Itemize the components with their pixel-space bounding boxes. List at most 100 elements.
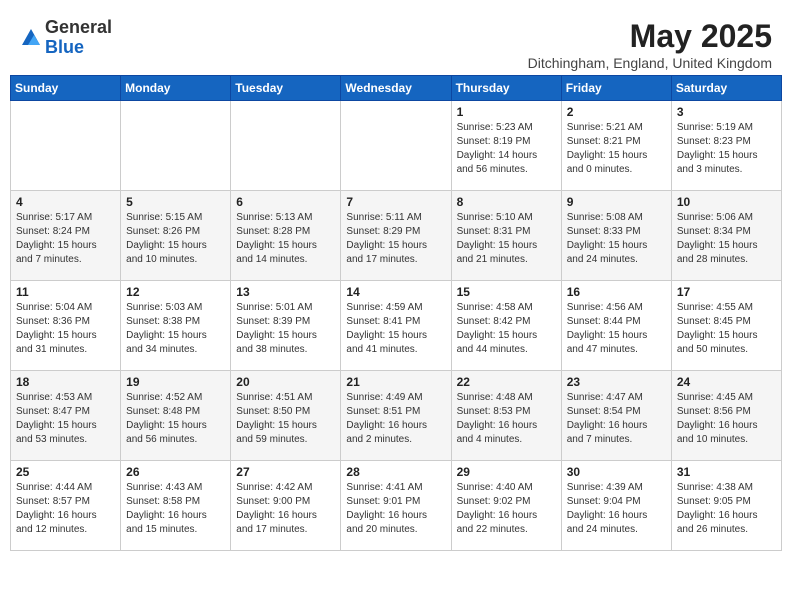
calendar-cell: 28 Sunrise: 4:41 AM Sunset: 9:01 PM Dayli… — [341, 461, 451, 551]
weekday-header: Tuesday — [231, 76, 341, 101]
day-info: Sunrise: 4:47 AM Sunset: 8:54 PM Dayligh… — [567, 391, 666, 447]
calendar-cell: 21 Sunrise: 4:49 AM Sunset: 8:51 PM Dayli… — [341, 371, 451, 461]
calendar-cell: 12Sunrise: 5:03 AM Sunset: 8:38 PM Dayli… — [121, 281, 231, 371]
calendar-cell: 19 Sunrise: 4:52 AM Sunset: 8:48 PM Dayli… — [121, 371, 231, 461]
calendar-cell: 3 Sunrise: 5:19 AM Sunset: 8:23 PM Daylig… — [671, 101, 781, 191]
day-number: 18 — [16, 375, 115, 389]
day-number: 13 — [236, 285, 335, 299]
day-number: 21 — [346, 375, 445, 389]
day-number: 7 — [346, 195, 445, 209]
calendar-cell: 4 Sunrise: 5:17 AM Sunset: 8:24 PM Daylig… — [11, 191, 121, 281]
day-number: 26 — [126, 465, 225, 479]
day-number: 22 — [457, 375, 556, 389]
calendar-cell: 10 Sunrise: 5:06 AM Sunset: 8:34 PM Dayli… — [671, 191, 781, 281]
day-info: Sunrise: 5:11 AM Sunset: 8:29 PM Dayligh… — [346, 211, 445, 267]
weekday-header: Saturday — [671, 76, 781, 101]
calendar-cell: 30 Sunrise: 4:39 AM Sunset: 9:04 PM Dayli… — [561, 461, 671, 551]
weekday-header: Thursday — [451, 76, 561, 101]
calendar-cell: 13 Sunrise: 5:01 AM Sunset: 8:39 PM Dayli… — [231, 281, 341, 371]
day-info: Sunrise: 5:19 AM Sunset: 8:23 PM Dayligh… — [677, 121, 776, 177]
day-number: 30 — [567, 465, 666, 479]
calendar-cell: 27 Sunrise: 4:42 AM Sunset: 9:00 PM Dayli… — [231, 461, 341, 551]
day-info: Sunrise: 4:52 AM Sunset: 8:48 PM Dayligh… — [126, 391, 225, 447]
weekday-header: Friday — [561, 76, 671, 101]
calendar-cell: 2Sunrise: 5:21 AM Sunset: 8:21 PM Daylig… — [561, 101, 671, 191]
day-number: 11 — [16, 285, 115, 299]
day-info: Sunrise: 4:56 AM Sunset: 8:44 PM Dayligh… — [567, 301, 666, 357]
calendar-cell: 1 Sunrise: 5:23 AM Sunset: 8:19 PM Daylig… — [451, 101, 561, 191]
calendar-cell: 18 Sunrise: 4:53 AM Sunset: 8:47 PM Dayli… — [11, 371, 121, 461]
day-info: Sunrise: 4:41 AM Sunset: 9:01 PM Dayligh… — [346, 481, 445, 537]
calendar-cell: 11Sunrise: 5:04 AM Sunset: 8:36 PM Dayli… — [11, 281, 121, 371]
day-number: 14 — [346, 285, 445, 299]
day-number: 3 — [677, 105, 776, 119]
logo: General Blue — [20, 18, 112, 58]
day-info: Sunrise: 5:03 AM Sunset: 8:38 PM Dayligh… — [126, 301, 225, 357]
day-info: Sunrise: 5:15 AM Sunset: 8:26 PM Dayligh… — [126, 211, 225, 267]
calendar-cell: 29Sunrise: 4:40 AM Sunset: 9:02 PM Dayli… — [451, 461, 561, 551]
day-info: Sunrise: 4:55 AM Sunset: 8:45 PM Dayligh… — [677, 301, 776, 357]
day-info: Sunrise: 4:59 AM Sunset: 8:41 PM Dayligh… — [346, 301, 445, 357]
day-info: Sunrise: 4:42 AM Sunset: 9:00 PM Dayligh… — [236, 481, 335, 537]
day-info: Sunrise: 4:51 AM Sunset: 8:50 PM Dayligh… — [236, 391, 335, 447]
calendar-cell — [11, 101, 121, 191]
calendar-table: SundayMondayTuesdayWednesdayThursdayFrid… — [10, 75, 782, 551]
day-info: Sunrise: 4:49 AM Sunset: 8:51 PM Dayligh… — [346, 391, 445, 447]
calendar-week-row: 25Sunrise: 4:44 AM Sunset: 8:57 PM Dayli… — [11, 461, 782, 551]
day-number: 29 — [457, 465, 556, 479]
calendar-cell: 25Sunrise: 4:44 AM Sunset: 8:57 PM Dayli… — [11, 461, 121, 551]
day-info: Sunrise: 5:23 AM Sunset: 8:19 PM Dayligh… — [457, 121, 556, 177]
day-number: 10 — [677, 195, 776, 209]
calendar-cell: 6Sunrise: 5:13 AM Sunset: 8:28 PM Daylig… — [231, 191, 341, 281]
month-title: May 2025 — [528, 18, 772, 55]
day-number: 24 — [677, 375, 776, 389]
day-info: Sunrise: 5:17 AM Sunset: 8:24 PM Dayligh… — [16, 211, 115, 267]
day-number: 5 — [126, 195, 225, 209]
weekday-header: Monday — [121, 76, 231, 101]
day-number: 4 — [16, 195, 115, 209]
day-info: Sunrise: 4:58 AM Sunset: 8:42 PM Dayligh… — [457, 301, 556, 357]
day-info: Sunrise: 4:45 AM Sunset: 8:56 PM Dayligh… — [677, 391, 776, 447]
calendar-cell: 17 Sunrise: 4:55 AM Sunset: 8:45 PM Dayli… — [671, 281, 781, 371]
day-number: 9 — [567, 195, 666, 209]
day-info: Sunrise: 5:06 AM Sunset: 8:34 PM Dayligh… — [677, 211, 776, 267]
header-row: SundayMondayTuesdayWednesdayThursdayFrid… — [11, 76, 782, 101]
calendar-week-row: 1 Sunrise: 5:23 AM Sunset: 8:19 PM Daylig… — [11, 101, 782, 191]
day-number: 1 — [457, 105, 556, 119]
calendar-cell: 16Sunrise: 4:56 AM Sunset: 8:44 PM Dayli… — [561, 281, 671, 371]
calendar-cell: 7 Sunrise: 5:11 AM Sunset: 8:29 PM Daylig… — [341, 191, 451, 281]
page-header: General Blue May 2025 Ditchingham, Engla… — [10, 10, 782, 75]
day-number: 27 — [236, 465, 335, 479]
calendar-cell: 8Sunrise: 5:10 AM Sunset: 8:31 PM Daylig… — [451, 191, 561, 281]
day-number: 17 — [677, 285, 776, 299]
day-number: 20 — [236, 375, 335, 389]
calendar-cell: 20 Sunrise: 4:51 AM Sunset: 8:50 PM Dayli… — [231, 371, 341, 461]
calendar-week-row: 18 Sunrise: 4:53 AM Sunset: 8:47 PM Dayli… — [11, 371, 782, 461]
calendar-cell: 22Sunrise: 4:48 AM Sunset: 8:53 PM Dayli… — [451, 371, 561, 461]
calendar-cell: 26 Sunrise: 4:43 AM Sunset: 8:58 PM Dayli… — [121, 461, 231, 551]
calendar-cell: 24 Sunrise: 4:45 AM Sunset: 8:56 PM Dayli… — [671, 371, 781, 461]
weekday-header: Sunday — [11, 76, 121, 101]
calendar-cell: 31Sunrise: 4:38 AM Sunset: 9:05 PM Dayli… — [671, 461, 781, 551]
day-number: 19 — [126, 375, 225, 389]
day-info: Sunrise: 5:13 AM Sunset: 8:28 PM Dayligh… — [236, 211, 335, 267]
calendar-cell — [341, 101, 451, 191]
day-number: 28 — [346, 465, 445, 479]
day-number: 31 — [677, 465, 776, 479]
title-section: May 2025 Ditchingham, England, United Ki… — [528, 18, 772, 71]
day-info: Sunrise: 4:53 AM Sunset: 8:47 PM Dayligh… — [16, 391, 115, 447]
day-info: Sunrise: 5:01 AM Sunset: 8:39 PM Dayligh… — [236, 301, 335, 357]
day-info: Sunrise: 4:43 AM Sunset: 8:58 PM Dayligh… — [126, 481, 225, 537]
logo-general: General — [45, 18, 112, 38]
day-number: 15 — [457, 285, 556, 299]
calendar-cell — [231, 101, 341, 191]
day-info: Sunrise: 5:08 AM Sunset: 8:33 PM Dayligh… — [567, 211, 666, 267]
logo-blue: Blue — [45, 38, 112, 58]
day-number: 23 — [567, 375, 666, 389]
calendar-cell: 15 Sunrise: 4:58 AM Sunset: 8:42 PM Dayli… — [451, 281, 561, 371]
day-number: 8 — [457, 195, 556, 209]
location: Ditchingham, England, United Kingdom — [528, 55, 772, 71]
calendar-cell: 23 Sunrise: 4:47 AM Sunset: 8:54 PM Dayli… — [561, 371, 671, 461]
calendar-week-row: 11Sunrise: 5:04 AM Sunset: 8:36 PM Dayli… — [11, 281, 782, 371]
day-info: Sunrise: 4:39 AM Sunset: 9:04 PM Dayligh… — [567, 481, 666, 537]
